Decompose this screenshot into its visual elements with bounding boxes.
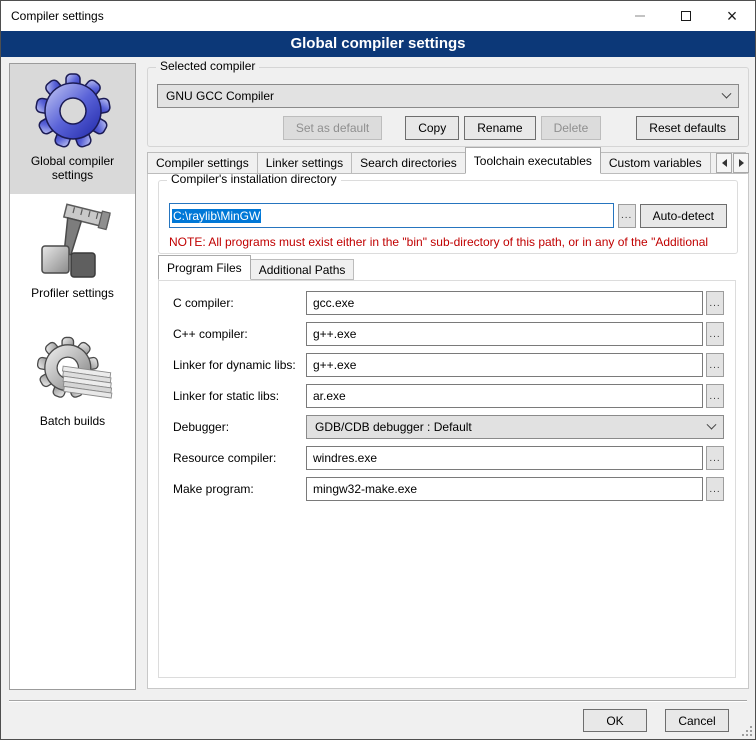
chevron-down-icon bbox=[722, 88, 732, 98]
sidebar-item-label: Batch builds bbox=[12, 414, 133, 428]
batch-builds-icon bbox=[33, 331, 113, 411]
sidebar-item-batch-builds[interactable]: Batch builds bbox=[10, 324, 135, 440]
field-value: g++.exe bbox=[313, 327, 356, 341]
toolchain-executables-page: Compiler's installation directory C:\ray… bbox=[147, 173, 749, 689]
settings-category-list: Global compiler settings bbox=[9, 63, 136, 690]
browse-resource-compiler-button[interactable]: ... bbox=[706, 446, 724, 470]
sidebar-item-label: Profiler settings bbox=[12, 286, 133, 300]
footer-separator bbox=[9, 700, 747, 702]
browse-linker-dynamic-button[interactable]: ... bbox=[706, 353, 724, 377]
field-label-linker-static: Linker for static libs: bbox=[173, 389, 303, 403]
linker-static-input[interactable]: ar.exe bbox=[306, 384, 703, 408]
titlebar: Compiler settings × bbox=[1, 1, 755, 31]
browse-make-program-button[interactable]: ... bbox=[706, 477, 724, 501]
tab-compiler-settings[interactable]: Compiler settings bbox=[147, 152, 258, 174]
compiler-select[interactable]: GNU GCC Compiler bbox=[157, 84, 739, 108]
compiler-buttons: Set as default Copy Rename Delete Reset … bbox=[283, 116, 739, 140]
toolchain-fields: C compiler: gcc.exe ... C++ compiler: g+… bbox=[159, 281, 735, 501]
footer-buttons: OK Cancel bbox=[583, 709, 729, 732]
tab-custom-variables[interactable]: Custom variables bbox=[600, 152, 711, 174]
field-value: g++.exe bbox=[313, 358, 356, 372]
ok-button[interactable]: OK bbox=[583, 709, 647, 732]
subtab-additional-paths[interactable]: Additional Paths bbox=[250, 259, 355, 280]
debugger-select[interactable]: GDB/CDB debugger : Default bbox=[306, 415, 724, 439]
selected-compiler-group-label: Selected compiler bbox=[156, 59, 259, 73]
blue-gear-icon bbox=[33, 71, 113, 151]
profiler-caliper-icon bbox=[33, 203, 113, 283]
debugger-select-value: GDB/CDB debugger : Default bbox=[315, 420, 472, 434]
window-title: Compiler settings bbox=[1, 9, 104, 23]
tab-toolchain-executables[interactable]: Toolchain executables bbox=[465, 147, 601, 174]
sidebar-item-profiler-settings[interactable]: Profiler settings bbox=[10, 196, 135, 312]
field-value: mingw32-make.exe bbox=[313, 482, 417, 496]
program-files-page: C compiler: gcc.exe ... C++ compiler: g+… bbox=[158, 280, 736, 678]
arrow-left-icon bbox=[722, 159, 727, 167]
installation-directory-row: C:\raylib\MinGW ... Auto-detect bbox=[169, 203, 727, 228]
note-text: NOTE: All programs must exist either in … bbox=[169, 235, 735, 249]
close-icon: × bbox=[727, 7, 738, 25]
field-label-cpp-compiler: C++ compiler: bbox=[173, 327, 303, 341]
browse-linker-static-button[interactable]: ... bbox=[706, 384, 724, 408]
compiler-select-value: GNU GCC Compiler bbox=[166, 89, 274, 103]
selected-text: C:\raylib\MinGW bbox=[172, 209, 261, 223]
browse-c-compiler-button[interactable]: ... bbox=[706, 291, 724, 315]
copy-button[interactable]: Copy bbox=[405, 116, 459, 140]
field-label-debugger: Debugger: bbox=[173, 420, 303, 434]
delete-button[interactable]: Delete bbox=[541, 116, 602, 140]
c-compiler-input[interactable]: gcc.exe bbox=[306, 291, 703, 315]
browse-directory-button[interactable]: ... bbox=[618, 204, 636, 228]
field-label-resource-compiler: Resource compiler: bbox=[173, 451, 303, 465]
tab-scroll-left-button[interactable] bbox=[716, 153, 732, 173]
sidebar-item-global-compiler-settings[interactable]: Global compiler settings bbox=[10, 64, 135, 194]
tab-linker-settings[interactable]: Linker settings bbox=[257, 152, 352, 174]
resize-grip[interactable] bbox=[740, 724, 752, 736]
make-program-input[interactable]: mingw32-make.exe bbox=[306, 477, 703, 501]
minimize-icon bbox=[635, 15, 645, 17]
selected-compiler-group: Selected compiler GNU GCC Compiler Set a… bbox=[147, 67, 749, 147]
window-controls: × bbox=[617, 1, 755, 31]
maximize-button[interactable] bbox=[663, 1, 709, 31]
installation-directory-input[interactable]: C:\raylib\MinGW bbox=[169, 203, 614, 228]
settings-tabstrip: Compiler settings Linker settings Search… bbox=[147, 151, 749, 174]
field-label-make-program: Make program: bbox=[173, 482, 303, 496]
installation-directory-group: Compiler's installation directory C:\ray… bbox=[158, 180, 738, 254]
minimize-button[interactable] bbox=[617, 1, 663, 31]
field-label-c-compiler: C compiler: bbox=[173, 296, 303, 310]
reset-defaults-button[interactable]: Reset defaults bbox=[636, 116, 739, 140]
field-value: gcc.exe bbox=[313, 296, 354, 310]
program-files-tabstrip: Program Files Additional Paths bbox=[158, 258, 353, 280]
linker-dynamic-input[interactable]: g++.exe bbox=[306, 353, 703, 377]
page-title: Global compiler settings bbox=[1, 31, 755, 57]
tab-scroll-buttons bbox=[714, 153, 749, 173]
set-as-default-button[interactable]: Set as default bbox=[283, 116, 382, 140]
sidebar-item-label: Global compiler settings bbox=[12, 154, 133, 182]
arrow-right-icon bbox=[739, 159, 744, 167]
field-label-linker-dynamic: Linker for dynamic libs: bbox=[173, 358, 303, 372]
browse-cpp-compiler-button[interactable]: ... bbox=[706, 322, 724, 346]
field-value: ar.exe bbox=[313, 389, 346, 403]
close-button[interactable]: × bbox=[709, 1, 755, 31]
rename-button[interactable]: Rename bbox=[464, 116, 535, 140]
cpp-compiler-input[interactable]: g++.exe bbox=[306, 322, 703, 346]
maximize-icon bbox=[681, 11, 691, 21]
tab-search-directories[interactable]: Search directories bbox=[351, 152, 466, 174]
installation-directory-group-label: Compiler's installation directory bbox=[167, 172, 341, 186]
tab-scroll-right-button[interactable] bbox=[733, 153, 749, 173]
field-value: windres.exe bbox=[313, 451, 377, 465]
cancel-button[interactable]: Cancel bbox=[665, 709, 729, 732]
resource-compiler-input[interactable]: windres.exe bbox=[306, 446, 703, 470]
chevron-down-icon bbox=[707, 419, 717, 429]
auto-detect-button[interactable]: Auto-detect bbox=[640, 204, 727, 228]
compiler-settings-dialog: Compiler settings × Global compiler sett… bbox=[0, 0, 756, 740]
subtab-program-files[interactable]: Program Files bbox=[158, 255, 251, 280]
